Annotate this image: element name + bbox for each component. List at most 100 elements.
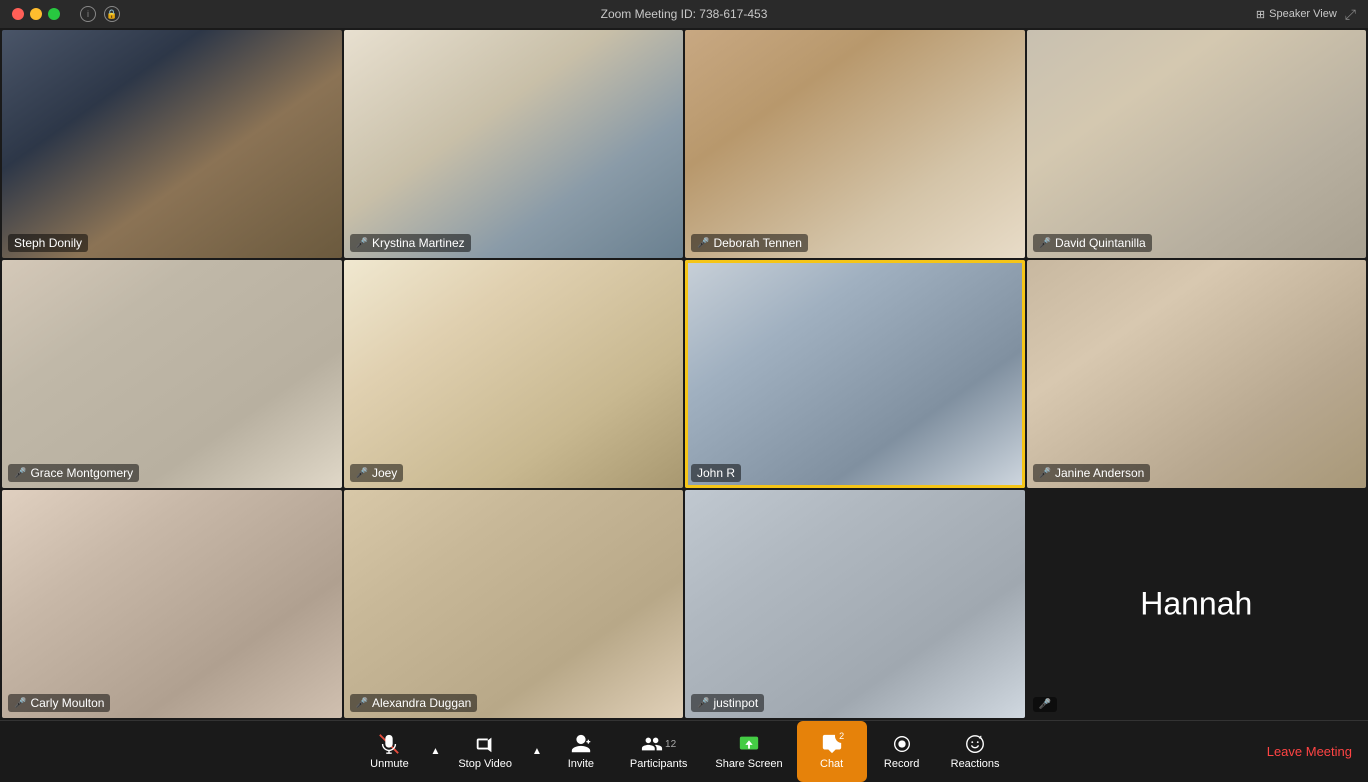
invite-button[interactable]: Invite bbox=[546, 721, 616, 782]
stop-video-icon-wrapper bbox=[474, 733, 496, 755]
speaker-view-icon: ⊞ bbox=[1256, 8, 1265, 21]
meeting-title: Zoom Meeting ID: 738-617-453 bbox=[601, 7, 768, 21]
mute-icon-carly: 🎤 bbox=[14, 698, 26, 709]
participant-cell-janine: 🎤 Janine Anderson bbox=[1027, 260, 1367, 488]
chat-icon-wrapper: 2 bbox=[821, 733, 843, 755]
reactions-icon bbox=[964, 733, 986, 755]
chat-badge: 2 bbox=[835, 729, 849, 743]
mute-icon-alexandra: 🎤 bbox=[356, 698, 368, 709]
participant-cell-steph: Steph Donily bbox=[2, 30, 342, 258]
reactions-label: Reactions bbox=[951, 758, 1000, 770]
participants-count: 12 bbox=[665, 739, 676, 750]
leave-meeting-button[interactable]: Leave Meeting bbox=[1267, 744, 1352, 759]
unmute-chevron-button[interactable]: ▲ bbox=[424, 746, 444, 757]
reactions-button[interactable]: Reactions bbox=[937, 721, 1014, 782]
deborah-name-label: Deborah Tennen bbox=[713, 236, 802, 250]
participant-cell-justinpot: 🎤 justinpot bbox=[685, 490, 1025, 718]
unmute-group: Unmute ▲ bbox=[354, 733, 444, 770]
mute-icon-deborah: 🎤 bbox=[697, 238, 709, 249]
microphone-muted-icon bbox=[378, 733, 400, 755]
participant-name-krystina: 🎤 Krystina Martinez bbox=[350, 234, 471, 252]
toolbar: Unmute ▲ Stop Video ▲ Invite bbox=[0, 720, 1368, 782]
top-left-icons: i 🔒 bbox=[80, 6, 120, 22]
mute-icon-justinpot: 🎤 bbox=[697, 698, 709, 709]
participant-name-john: John R bbox=[691, 464, 741, 482]
participant-name-deborah: 🎤 Deborah Tennen bbox=[691, 234, 808, 252]
participant-name-david: 🎤 David Quintanilla bbox=[1033, 234, 1152, 252]
mute-icon-krystina: 🎤 bbox=[356, 238, 368, 249]
participant-cell-alexandra: 🎤 Alexandra Duggan bbox=[344, 490, 684, 718]
close-button[interactable] bbox=[12, 8, 24, 20]
title-bar: i 🔒 Zoom Meeting ID: 738-617-453 ⊞ Speak… bbox=[0, 0, 1368, 28]
speaker-view-label: Speaker View bbox=[1269, 8, 1337, 20]
david-name-label: David Quintanilla bbox=[1055, 236, 1146, 250]
hannah-display-name: Hannah bbox=[1140, 586, 1252, 623]
video-grid: Steph Donily 🎤 Krystina Martinez 🎤 Debor… bbox=[0, 28, 1368, 720]
mute-icon-joey: 🎤 bbox=[356, 468, 368, 479]
invite-icon-wrapper bbox=[570, 733, 592, 755]
participant-cell-hannah: Hannah 🎤 bbox=[1027, 490, 1367, 718]
fullscreen-icon[interactable]: ⤢ bbox=[1345, 6, 1356, 23]
mute-icon-janine: 🎤 bbox=[1039, 468, 1051, 479]
chat-button[interactable]: 2 Chat bbox=[797, 721, 867, 782]
participants-label: Participants bbox=[630, 758, 687, 770]
participant-name-joey: 🎤 Joey bbox=[350, 464, 404, 482]
grace-name-label: Grace Montgomery bbox=[30, 466, 133, 480]
participant-cell-krystina: 🎤 Krystina Martinez bbox=[344, 30, 684, 258]
participants-button[interactable]: 12 Participants bbox=[616, 721, 701, 782]
alexandra-name-label: Alexandra Duggan bbox=[372, 696, 471, 710]
participants-icon-wrapper: 12 bbox=[641, 733, 676, 755]
invite-icon bbox=[570, 733, 592, 755]
unmute-chevron-icon: ▲ bbox=[430, 746, 440, 757]
krystina-name-label: Krystina Martinez bbox=[372, 236, 465, 250]
john-name-label: John R bbox=[697, 466, 735, 480]
participant-cell-john: John R bbox=[685, 260, 1025, 488]
share-screen-button[interactable]: Share Screen bbox=[701, 721, 796, 782]
minimize-button[interactable] bbox=[30, 8, 42, 20]
unmute-icon-wrapper bbox=[378, 733, 400, 755]
share-screen-icon-wrapper bbox=[738, 733, 760, 755]
mute-icon-grace: 🎤 bbox=[14, 468, 26, 479]
maximize-button[interactable] bbox=[48, 8, 60, 20]
participant-name-grace: 🎤 Grace Montgomery bbox=[8, 464, 139, 482]
joey-name-label: Joey bbox=[372, 466, 397, 480]
participant-name-steph: Steph Donily bbox=[8, 234, 88, 252]
share-screen-label: Share Screen bbox=[715, 758, 782, 770]
top-right-controls: ⊞ Speaker View ⤢ bbox=[1256, 6, 1356, 23]
video-chevron-button[interactable]: ▲ bbox=[526, 746, 546, 757]
carly-name-label: Carly Moulton bbox=[30, 696, 104, 710]
mute-icon-david: 🎤 bbox=[1039, 238, 1051, 249]
record-icon-wrapper bbox=[891, 733, 913, 755]
invite-label: Invite bbox=[568, 758, 594, 770]
stop-video-button[interactable]: Stop Video bbox=[444, 733, 526, 770]
chat-label: Chat bbox=[820, 758, 843, 770]
speaker-view-button[interactable]: ⊞ Speaker View bbox=[1256, 8, 1337, 21]
unmute-label: Unmute bbox=[370, 758, 409, 770]
video-chevron-icon: ▲ bbox=[532, 746, 542, 757]
participant-name-janine: 🎤 Janine Anderson bbox=[1033, 464, 1151, 482]
participant-cell-david: 🎤 David Quintanilla bbox=[1027, 30, 1367, 258]
stop-video-label: Stop Video bbox=[458, 758, 512, 770]
reactions-icon-wrapper bbox=[964, 733, 986, 755]
participant-name-justinpot: 🎤 justinpot bbox=[691, 694, 764, 712]
record-button[interactable]: Record bbox=[867, 721, 937, 782]
stop-video-group: Stop Video ▲ bbox=[444, 733, 546, 770]
participant-name-hannah: 🎤 bbox=[1033, 697, 1057, 712]
janine-name-label: Janine Anderson bbox=[1055, 466, 1144, 480]
mute-icon-hannah: 🎤 bbox=[1039, 699, 1051, 710]
participant-name-alexandra: 🎤 Alexandra Duggan bbox=[350, 694, 478, 712]
participant-cell-carly: 🎤 Carly Moulton bbox=[2, 490, 342, 718]
info-icon[interactable]: i bbox=[80, 6, 96, 22]
unmute-button[interactable]: Unmute bbox=[354, 733, 424, 770]
record-icon bbox=[891, 733, 913, 755]
record-label: Record bbox=[884, 758, 919, 770]
participant-cell-joey: 🎤 Joey bbox=[344, 260, 684, 488]
participant-cell-deborah: 🎤 Deborah Tennen bbox=[685, 30, 1025, 258]
traffic-lights bbox=[12, 8, 60, 20]
lock-icon[interactable]: 🔒 bbox=[104, 6, 120, 22]
justinpot-name-label: justinpot bbox=[713, 696, 758, 710]
video-icon bbox=[474, 733, 496, 755]
participants-icon bbox=[641, 733, 663, 755]
share-screen-icon bbox=[738, 733, 760, 755]
steph-name-label: Steph Donily bbox=[14, 236, 82, 250]
